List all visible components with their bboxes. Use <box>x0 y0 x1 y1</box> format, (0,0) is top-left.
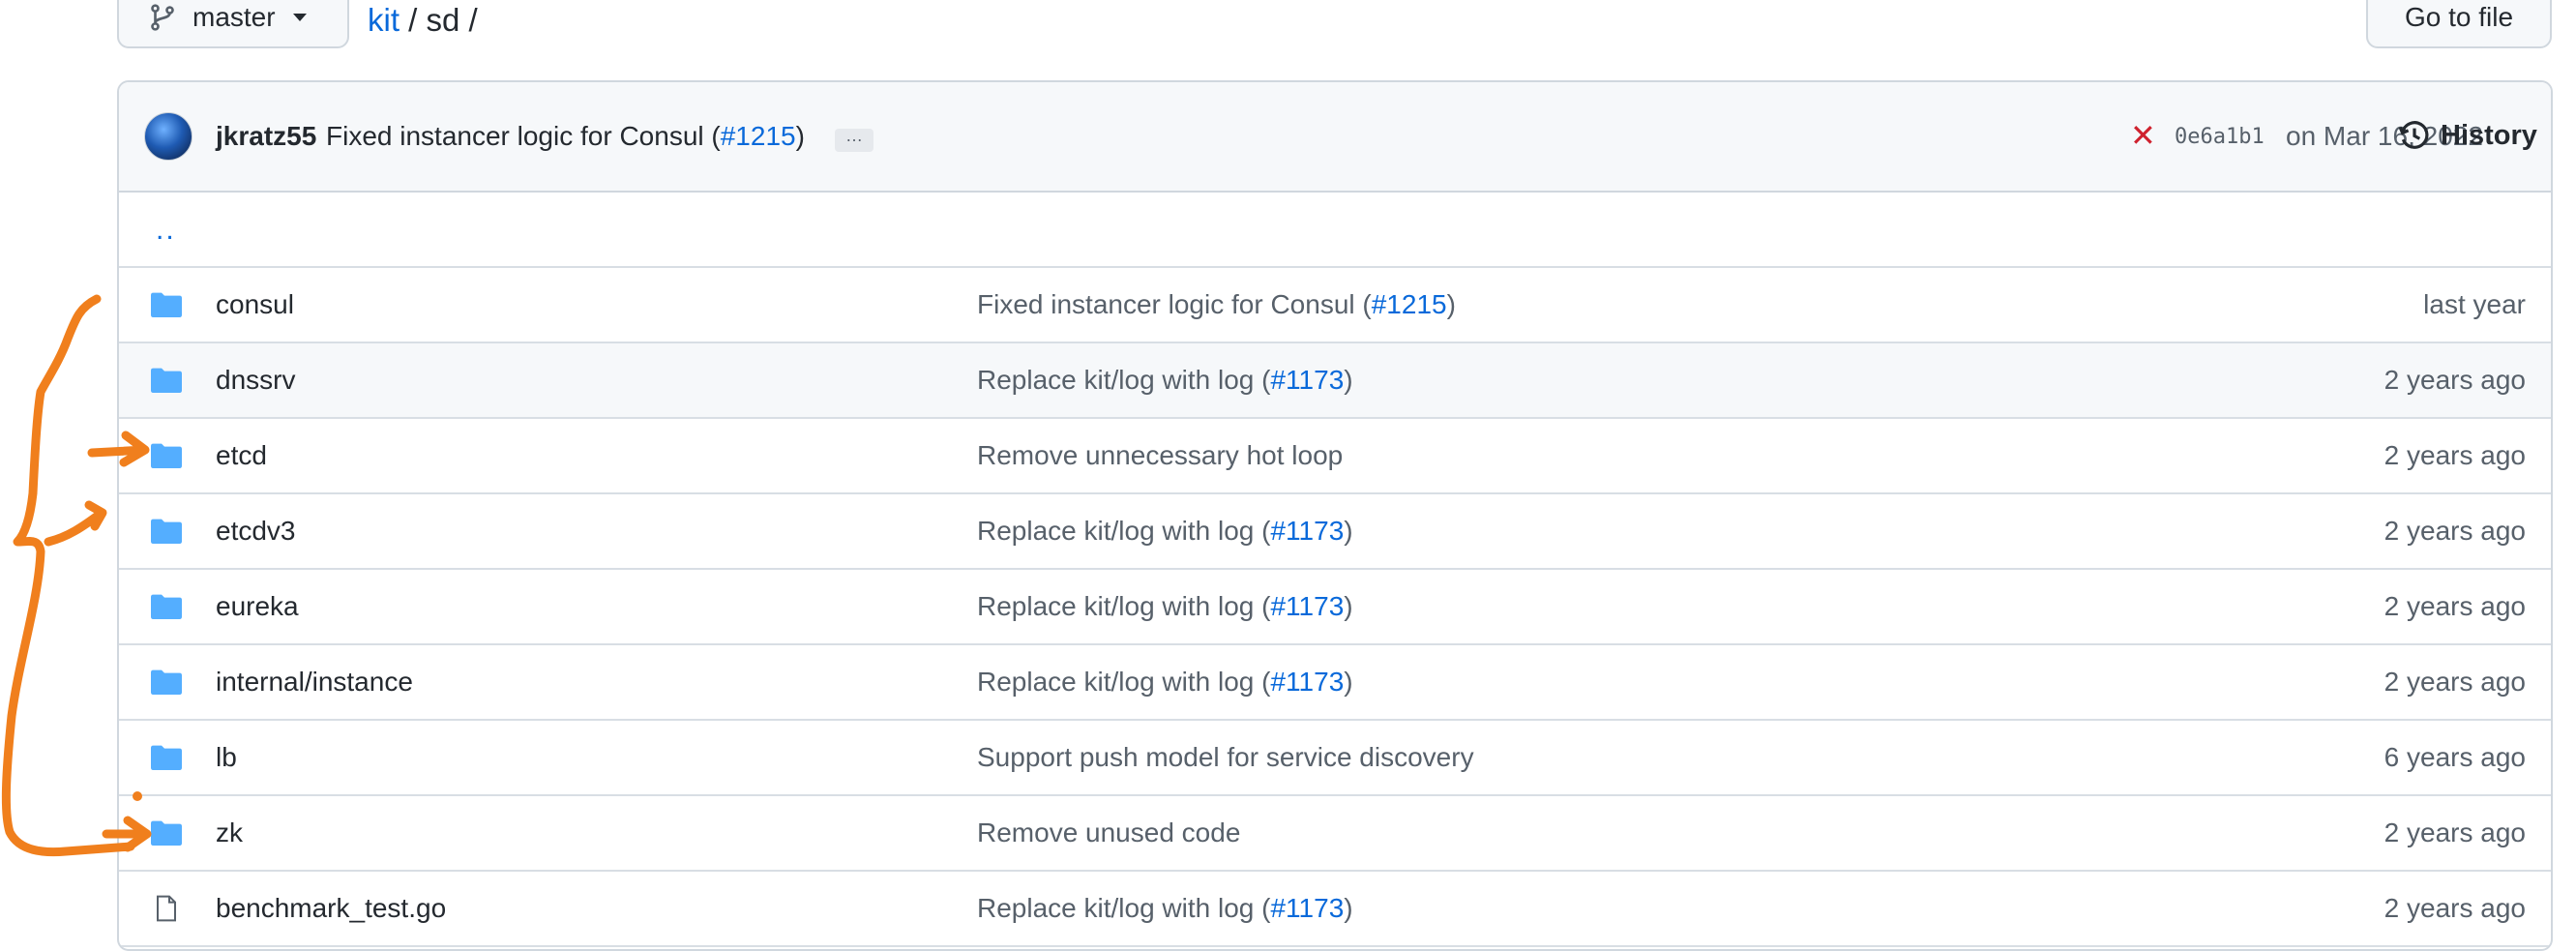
file-commit-text-end: ) <box>1344 365 1353 395</box>
latest-commit-bar: jkratz55 Fixed instancer logic for Consu… <box>119 82 2551 193</box>
file-commit-pr-link[interactable]: #1215 <box>1372 289 1447 319</box>
commit-message-text: Fixed instancer logic for Consul ( <box>326 121 721 151</box>
git-branch-icon <box>151 4 174 31</box>
file-commit-message[interactable]: Remove unused code <box>977 817 1240 848</box>
file-commit-age: last year <box>2423 289 2526 319</box>
arrow-stroke-etcdv3 <box>44 500 107 547</box>
file-commit-message[interactable]: Replace kit/log with log (#1173) <box>977 365 1353 396</box>
folder-icon <box>151 820 182 846</box>
file-commit-pr-link[interactable]: #1173 <box>1270 365 1344 395</box>
file-commit-message[interactable]: Replace kit/log with log (#1173) <box>977 893 1353 924</box>
history-link[interactable]: History <box>2398 119 2537 152</box>
file-commit-pr-link[interactable]: #1173 <box>1270 667 1344 697</box>
file-name-link[interactable]: dnssrv <box>216 365 295 396</box>
parent-directory-link[interactable]: .. <box>156 214 176 247</box>
file-commit-text: Remove unused code <box>977 817 1241 847</box>
file-commit-pr-link[interactable]: #1173 <box>1270 591 1344 621</box>
file-commit-text: Replace kit/log with log ( <box>977 591 1271 621</box>
x-icon[interactable]: ✕ <box>2130 117 2156 154</box>
file-commit-message[interactable]: Replace kit/log with log (#1173) <box>977 591 1353 622</box>
avatar[interactable] <box>144 112 192 161</box>
file-commit-age: 2 years ago <box>2384 893 2526 923</box>
file-commit-text-end: ) <box>1344 591 1353 621</box>
file-commit-text: Remove unnecessary hot loop <box>977 440 1344 470</box>
file-row[interactable]: zk Remove unused code 2 years ago <box>119 796 2551 872</box>
commit-sha-link[interactable]: 0e6a1b1 <box>2175 125 2265 149</box>
file-commit-message[interactable]: Fixed instancer logic for Consul (#1215) <box>977 289 1456 320</box>
file-list: consul Fixed instancer logic for Consul (… <box>119 268 2551 947</box>
file-name-link[interactable]: internal/instance <box>216 667 413 698</box>
folder-icon <box>151 594 182 619</box>
breadcrumb-current: sd <box>426 2 460 38</box>
file-icon <box>157 895 176 922</box>
breadcrumb-separator: / <box>408 2 418 38</box>
file-commit-text-end: ) <box>1446 289 1456 319</box>
file-name-link[interactable]: benchmark_test.go <box>216 893 446 924</box>
file-commit-age: 2 years ago <box>2384 591 2526 621</box>
file-name-link[interactable]: consul <box>216 289 294 320</box>
file-commit-age: 2 years ago <box>2384 667 2526 697</box>
folder-icon <box>151 443 182 468</box>
file-commit-text: Replace kit/log with log ( <box>977 365 1271 395</box>
file-commit-age: 2 years ago <box>2384 817 2526 847</box>
file-commit-pr-link[interactable]: #1173 <box>1270 516 1344 546</box>
file-name-link[interactable]: etcd <box>216 440 267 471</box>
commit-message[interactable]: Fixed instancer logic for Consul (#1215) <box>326 121 805 152</box>
commit-author-link[interactable]: jkratz55 <box>216 121 316 152</box>
commit-pr-link[interactable]: #1215 <box>721 121 796 151</box>
file-commit-text: Fixed instancer logic for Consul ( <box>977 289 1372 319</box>
repo-toolbar: master kit / sd / Go to file <box>0 0 2576 68</box>
file-commit-text-end: ) <box>1344 667 1353 697</box>
file-commit-text: Replace kit/log with log ( <box>977 893 1271 923</box>
history-clock-icon <box>2398 121 2429 149</box>
folder-icon <box>151 519 182 544</box>
file-browser: jkratz55 Fixed instancer logic for Consu… <box>117 80 2553 951</box>
file-name-link[interactable]: etcdv3 <box>216 516 296 547</box>
file-commit-text: Support push model for service discovery <box>977 742 1474 772</box>
file-commit-pr-link[interactable]: #1173 <box>1270 893 1344 923</box>
file-commit-text-end: ) <box>1344 516 1353 546</box>
breadcrumb-repo-link[interactable]: kit <box>368 2 400 38</box>
file-commit-age: 2 years ago <box>2384 365 2526 395</box>
folder-icon <box>151 292 182 317</box>
commit-message-end: ) <box>795 121 805 151</box>
file-commit-message[interactable]: Replace kit/log with log (#1173) <box>977 667 1353 698</box>
file-row[interactable]: etcd Remove unnecessary hot loop 2 years a… <box>119 419 2551 494</box>
bracket-stroke <box>1 294 135 857</box>
file-row[interactable]: internal/instance Replace kit/log with lo… <box>119 645 2551 721</box>
file-row[interactable]: dnssrv Replace kit/log with log (#1173) 2 … <box>119 343 2551 419</box>
file-commit-text: Replace kit/log with log ( <box>977 667 1271 697</box>
file-row[interactable]: consul Fixed instancer logic for Consul (… <box>119 268 2551 343</box>
parent-directory-row[interactable]: .. <box>119 193 2551 268</box>
file-row[interactable]: eureka Replace kit/log with log (#1173) 2 … <box>119 570 2551 645</box>
file-row[interactable]: benchmark_test.go Replace kit/log with lo… <box>119 872 2551 947</box>
breadcrumb: kit / sd / <box>368 2 478 39</box>
expand-commit-button[interactable]: … <box>835 127 873 152</box>
history-label: History <box>2441 119 2537 151</box>
branch-select-button[interactable]: master <box>117 0 349 48</box>
file-commit-text-end: ) <box>1344 893 1353 923</box>
file-commit-message[interactable]: Remove unnecessary hot loop <box>977 440 1343 471</box>
file-name-link[interactable]: lb <box>216 742 237 773</box>
folder-icon <box>151 368 182 393</box>
file-commit-message[interactable]: Support push model for service discovery <box>977 742 1474 773</box>
folder-icon <box>151 745 182 770</box>
chevron-down-icon <box>292 14 307 21</box>
file-row[interactable]: lb Support push model for service discove… <box>119 721 2551 796</box>
file-commit-text: Replace kit/log with log ( <box>977 516 1271 546</box>
breadcrumb-separator: / <box>468 2 478 38</box>
file-name-link[interactable]: zk <box>216 817 243 848</box>
file-commit-age: 2 years ago <box>2384 516 2526 546</box>
file-commit-age: 2 years ago <box>2384 440 2526 470</box>
file-commit-message[interactable]: Replace kit/log with log (#1173) <box>977 516 1353 547</box>
file-name-link[interactable]: eureka <box>216 591 299 622</box>
branch-name: master <box>192 2 276 32</box>
file-commit-age: 6 years ago <box>2384 742 2526 772</box>
go-to-file-button[interactable]: Go to file <box>2366 0 2552 48</box>
file-row[interactable]: etcdv3 Replace kit/log with log (#1173) 2 … <box>119 494 2551 570</box>
folder-icon <box>151 669 182 695</box>
